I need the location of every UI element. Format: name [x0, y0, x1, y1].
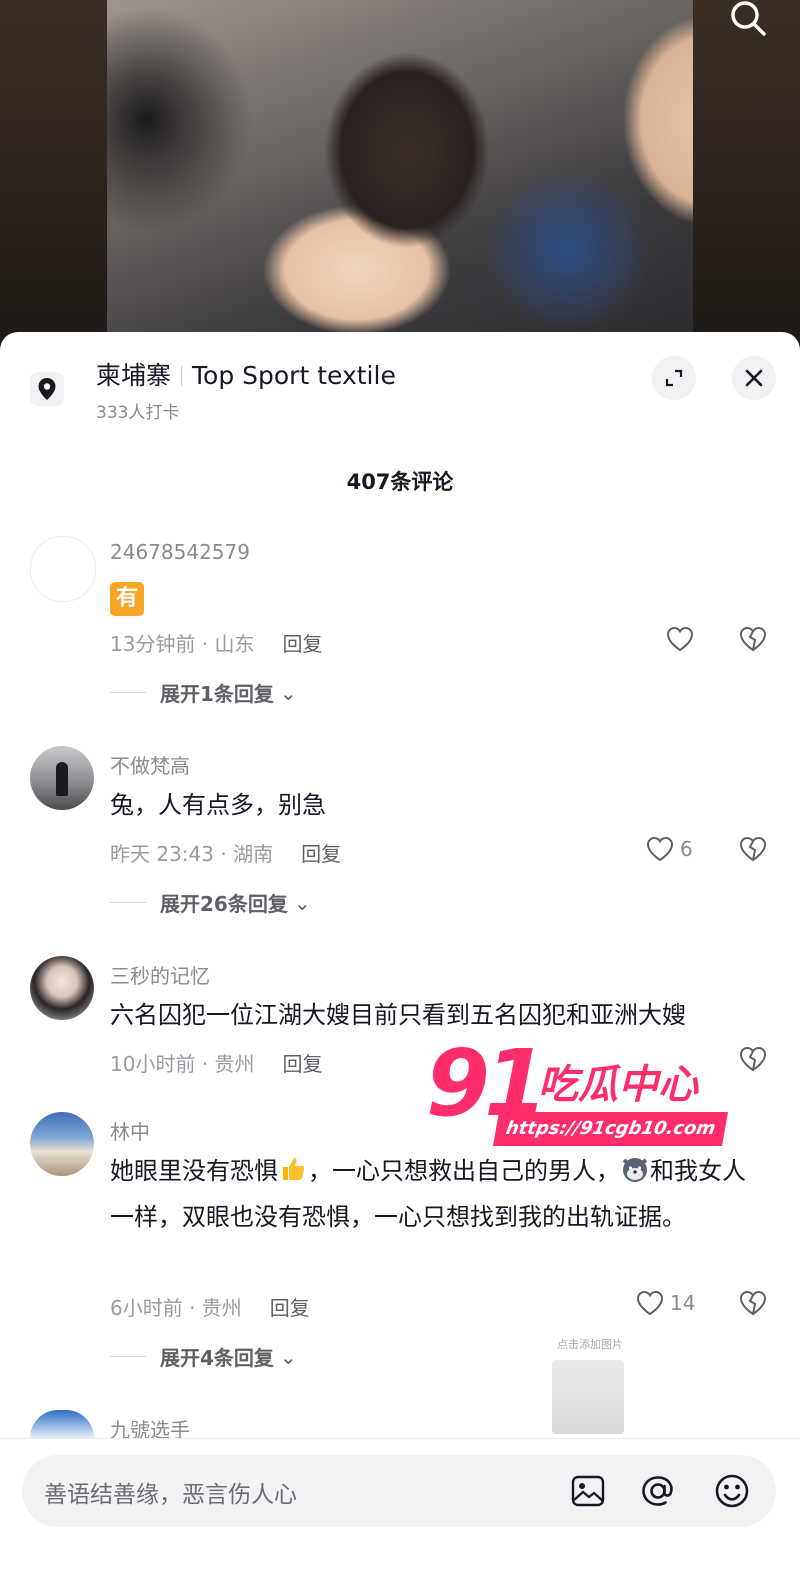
expand-label: 展开26条回复: [160, 892, 288, 916]
expand-icon: [665, 369, 683, 387]
chevron-down-icon: ⌄: [293, 890, 311, 915]
expand-label: 展开1条回复: [160, 682, 274, 706]
comment-item: 三秒的记忆 六名囚犯一位江湖大嫂目前只看到五名囚犯和亚洲大嫂 10小时前 · 贵…: [0, 956, 800, 1076]
comment-username[interactable]: 林中: [110, 1116, 150, 1145]
dislike-button[interactable]: [738, 836, 768, 866]
comment-text: 六名囚犯一位江湖大嫂目前只看到五名囚犯和亚洲大嫂: [110, 1001, 686, 1029]
comment-time: 6小时前 · 贵州: [110, 1296, 242, 1320]
like-count: 6: [680, 837, 693, 861]
dislike-button[interactable]: [738, 626, 768, 656]
reply-button[interactable]: 回复: [301, 842, 341, 866]
mention-icon[interactable]: [636, 1469, 680, 1513]
heart-icon: [636, 1290, 664, 1316]
expand-replies[interactable]: 展开4条回复 ⌄: [110, 1342, 297, 1371]
close-icon: [745, 369, 763, 387]
video-frame: [107, 0, 693, 350]
comment-meta: 昨天 23:43 · 湖南 回复: [110, 838, 341, 867]
broken-heart-icon: [739, 836, 767, 862]
comment-time: 10小时前 · 贵州: [110, 1052, 255, 1076]
expand-line: [110, 692, 146, 693]
input-placeholder: 善语结善缘，恶言伤人心: [44, 1482, 297, 1508]
comment-meta: 6小时前 · 贵州 回复: [110, 1292, 310, 1321]
expand-replies[interactable]: 展开1条回复 ⌄: [110, 678, 297, 707]
thumbs-up-icon: [278, 1153, 308, 1183]
expand-label: 展开4条回复: [160, 1346, 274, 1370]
expand-button[interactable]: [652, 356, 696, 400]
expand-line: [110, 902, 146, 903]
like-button[interactable]: [666, 626, 700, 652]
comment-username[interactable]: 不做梵高: [110, 750, 190, 779]
comment-meta: 10小时前 · 贵州 回复: [110, 1048, 323, 1077]
comment-item: 九號选手: [0, 1410, 800, 1442]
comment-time: 昨天 23:43 · 湖南: [110, 842, 274, 866]
comment-count: 407条评论: [346, 470, 454, 494]
comment-text: 有: [110, 574, 760, 620]
heart-icon: [646, 836, 674, 862]
expand-replies[interactable]: 展开26条回复 ⌄: [110, 888, 311, 917]
avatar[interactable]: [30, 746, 94, 810]
broken-heart-icon: [739, 626, 767, 652]
comment-item: 林中 她眼里没有恐惧 ，一心只想救出自己的男人， 和我女人一样，双眼也没有恐惧，一心…: [0, 1112, 800, 1382]
comment-text: 兔，人有点多，别急: [110, 791, 326, 819]
comment-username[interactable]: 24678542579: [110, 540, 250, 564]
chevron-down-icon: ⌄: [279, 680, 297, 705]
dislike-button[interactable]: [738, 1290, 768, 1320]
comment-item: 24678542579 有 13分钟前 · 山东 回复 展开1条回复 ⌄: [0, 536, 800, 706]
reply-button[interactable]: 回复: [283, 1052, 323, 1076]
checkin-count: 333人打卡: [96, 403, 180, 423]
expand-line: [110, 1356, 146, 1357]
add-image-hint: 点击添加图片: [557, 1338, 623, 1351]
avatar[interactable]: [30, 956, 94, 1020]
location-title[interactable]: 柬埔寨 Top Sport textile: [96, 356, 396, 392]
like-count: 14: [670, 1291, 696, 1315]
like-button[interactable]: 14: [636, 1290, 695, 1316]
comment-time: 13分钟前 · 山东: [110, 632, 255, 656]
dislike-button[interactable]: [738, 1046, 768, 1076]
comment-text-part: 她眼里没有恐惧: [110, 1157, 278, 1185]
comment-text-part: ，一心只想救出自己的男人，: [308, 1157, 620, 1185]
avatar[interactable]: [30, 536, 96, 602]
video-area[interactable]: [0, 0, 800, 350]
like-button[interactable]: 6: [646, 836, 693, 862]
broken-heart-icon: [739, 1290, 767, 1316]
location-divider: [181, 366, 183, 386]
location-pin-icon: [30, 372, 64, 406]
comment-input-bar: 善语结善缘，恶言伤人心: [0, 1438, 800, 1573]
avatar[interactable]: [30, 1112, 94, 1176]
search-icon[interactable]: [728, 0, 768, 40]
broken-heart-icon: [739, 1046, 767, 1072]
comment-meta: 13分钟前 · 山东 回复: [110, 628, 323, 657]
image-icon[interactable]: [566, 1469, 610, 1513]
comment-sheet: 柬埔寨 Top Sport textile 333人打卡 407条评论 24678…: [0, 332, 800, 1572]
location-place: Top Sport textile: [192, 361, 396, 390]
comment-item: 不做梵高 兔，人有点多，别急 昨天 23:43 · 湖南 回复 6 展开26条回复…: [0, 746, 800, 916]
reply-button[interactable]: 回复: [270, 1296, 310, 1320]
image-thumbnail[interactable]: [552, 1360, 624, 1434]
comment-input[interactable]: 善语结善缘，恶言伤人心: [22, 1455, 776, 1527]
avatar[interactable]: [30, 1410, 94, 1438]
comment-tag: 有: [110, 582, 144, 616]
emoji-icon[interactable]: [710, 1469, 754, 1513]
chevron-down-icon: ⌄: [279, 1344, 297, 1369]
comment-username[interactable]: 三秒的记忆: [110, 960, 210, 989]
heart-icon: [666, 626, 694, 652]
husky-emoji-icon: [620, 1153, 650, 1183]
comment-text: 她眼里没有恐惧 ，一心只想救出自己的男人， 和我女人一样，双眼也没有恐惧，一心只想找…: [110, 1148, 760, 1240]
location-row[interactable]: 柬埔寨 Top Sport textile 333人打卡: [0, 332, 800, 442]
close-button[interactable]: [732, 356, 776, 400]
reply-button[interactable]: 回复: [283, 632, 323, 656]
location-country: 柬埔寨: [96, 361, 172, 390]
